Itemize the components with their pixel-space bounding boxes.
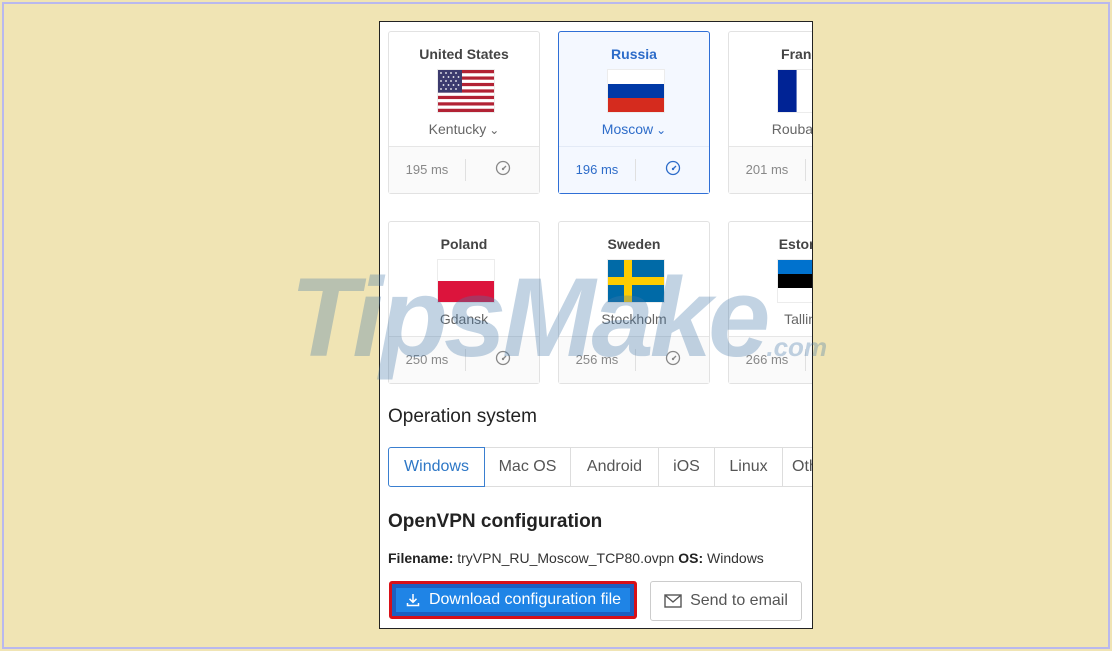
speedometer-icon[interactable] <box>465 350 541 371</box>
filename-label: Filename: <box>388 550 454 566</box>
speedometer-icon[interactable] <box>635 160 711 181</box>
tab-mac-os[interactable]: Mac OS <box>484 447 571 487</box>
download-config-button[interactable]: Download configuration file <box>389 581 637 619</box>
server-city: Gdansk <box>439 311 489 327</box>
filename-line: Filename: tryVPN_RU_Moscow_TCP80.ovpn OS… <box>388 550 764 566</box>
download-label: Download configuration file <box>428 591 622 608</box>
email-label: Send to email <box>690 592 788 609</box>
chevron-down-icon: ⌄ <box>656 123 667 137</box>
server-card-estonia[interactable]: Estonia Tallinn 266 ms <box>728 221 812 384</box>
filename-value: tryVPN_RU_Moscow_TCP80.ovpn <box>457 550 675 566</box>
server-city: Tallinn <box>784 311 812 327</box>
server-card-footer: 201 ms <box>729 146 812 193</box>
envelope-icon <box>664 594 682 608</box>
server-card-france[interactable]: France Roubaix⌄ 201 ms <box>728 31 813 194</box>
vpn-config-panel: United States Kentucky ⌄ 195 ms Russia M… <box>379 21 813 629</box>
server-country: France <box>781 46 812 62</box>
estonia-flag-icon <box>777 259 812 303</box>
server-city-dropdown[interactable]: Stockholm <box>559 311 709 327</box>
server-country: United States <box>419 46 509 62</box>
server-city: Stockholm <box>601 311 667 327</box>
server-country: Estonia <box>778 236 812 252</box>
server-city: Kentucky <box>428 121 487 137</box>
poland-flag-icon <box>437 259 495 303</box>
server-city-dropdown[interactable]: Kentucky ⌄ <box>389 121 539 137</box>
tab-linux[interactable]: Linux <box>714 447 783 487</box>
server-card-footer: 195 ms <box>389 146 539 193</box>
server-card-poland[interactable]: Poland Gdansk 250 ms <box>388 221 540 384</box>
server-country: Poland <box>440 236 488 252</box>
server-card-united-states[interactable]: United States Kentucky ⌄ 195 ms <box>388 31 540 194</box>
tab-ios[interactable]: iOS <box>658 447 715 487</box>
tab-windows[interactable]: Windows <box>388 447 485 487</box>
server-ping: 266 ms <box>745 352 789 367</box>
config-section-title: OpenVPN configuration <box>388 511 603 532</box>
os-label: OS: <box>678 550 704 566</box>
server-ping: 256 ms <box>575 352 619 367</box>
server-ping: 196 ms <box>575 162 619 177</box>
tab-other[interactable]: Other <box>782 447 812 487</box>
server-ping: 195 ms <box>405 162 449 177</box>
speedometer-icon[interactable] <box>635 350 711 371</box>
os-value: Windows <box>707 550 764 566</box>
server-city: Roubaix <box>771 121 813 137</box>
tab-android[interactable]: Android <box>570 447 659 487</box>
server-city-dropdown[interactable]: Roubaix⌄ <box>729 121 813 137</box>
os-section-title: Operation system <box>388 406 537 427</box>
os-tab-bar: Windows Mac OS Android iOS Linux Other <box>388 447 812 487</box>
server-ping: 250 ms <box>405 352 449 367</box>
server-city-dropdown[interactable]: Tallinn <box>729 311 812 327</box>
server-card-footer: 256 ms <box>559 336 709 383</box>
server-card-russia[interactable]: Russia Moscow ⌄ 196 ms <box>558 31 710 194</box>
speedometer-icon[interactable] <box>465 160 541 181</box>
chevron-down-icon: ⌄ <box>489 123 500 137</box>
send-to-email-button[interactable]: Send to email <box>650 581 802 621</box>
server-card-footer: 266 ms <box>729 336 812 383</box>
russia-flag-icon <box>607 69 665 113</box>
france-flag-icon <box>777 69 812 113</box>
server-card-sweden[interactable]: Sweden Stockholm 256 ms <box>558 221 710 384</box>
speedometer-icon[interactable] <box>805 350 812 371</box>
sweden-flag-icon <box>607 259 665 303</box>
speedometer-icon[interactable] <box>805 160 812 181</box>
server-ping: 201 ms <box>745 162 789 177</box>
server-country: Sweden <box>607 236 661 252</box>
us-flag-icon <box>437 69 495 113</box>
download-icon <box>405 592 421 608</box>
server-country: Russia <box>611 46 657 62</box>
server-city-dropdown[interactable]: Gdansk <box>389 311 539 327</box>
server-card-footer: 250 ms <box>389 336 539 383</box>
server-card-footer: 196 ms <box>559 146 709 193</box>
server-city: Moscow <box>601 121 654 137</box>
server-city-dropdown[interactable]: Moscow ⌄ <box>559 121 709 137</box>
